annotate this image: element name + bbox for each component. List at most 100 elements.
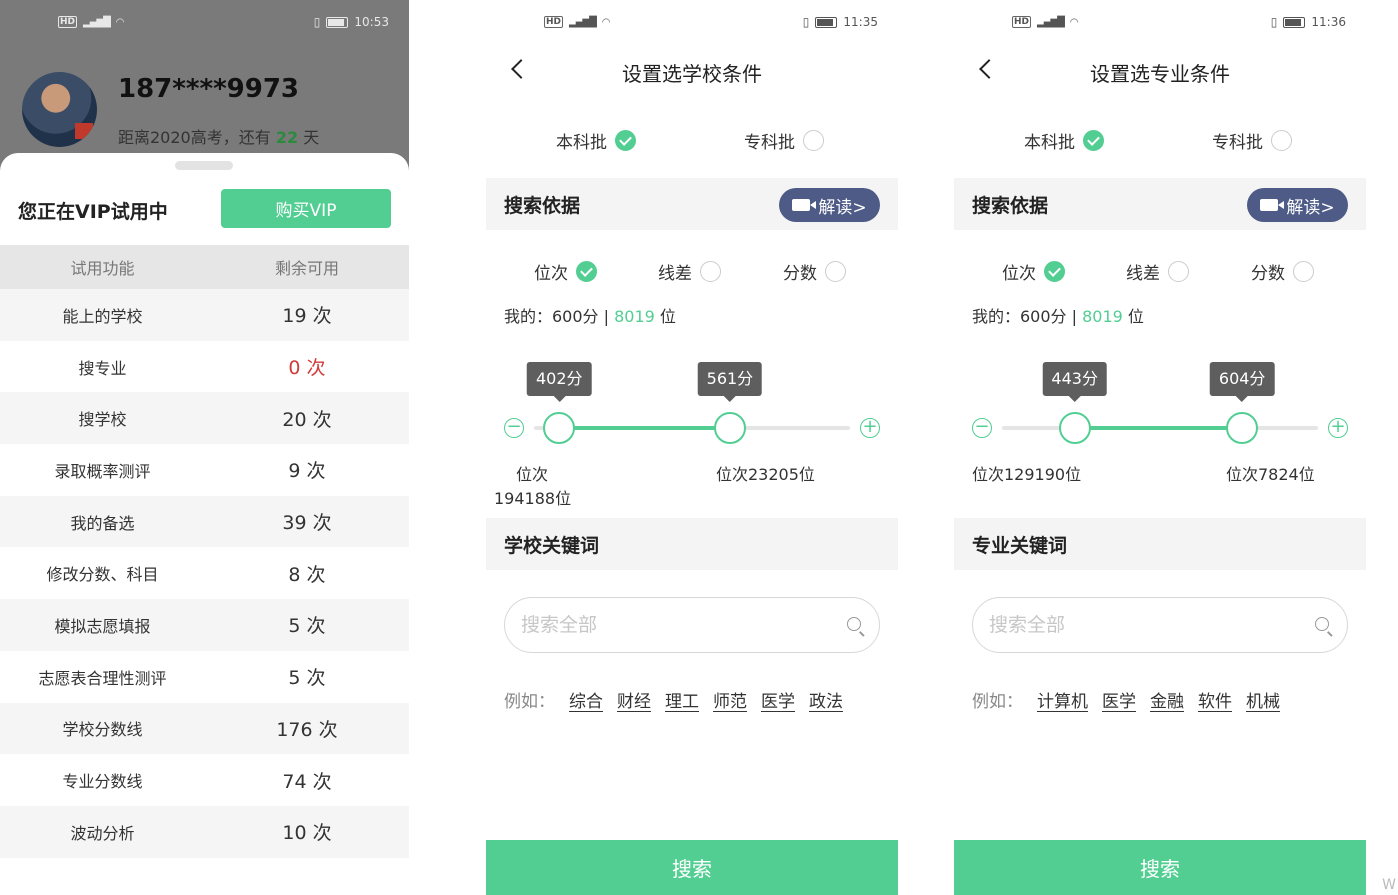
slider-high-tooltip: 561分 bbox=[697, 362, 763, 402]
header-remaining: 剩余可用 bbox=[274, 259, 339, 278]
basis-option-rank[interactable]: 位次 bbox=[1002, 259, 1065, 284]
status-bar: HD ▂▄▆█ ◠ ▯ 11:36 bbox=[954, 0, 1366, 44]
remaining-count: 20 次 bbox=[282, 408, 332, 431]
header-feature: 试用功能 bbox=[70, 259, 135, 278]
slider-low-label-line: 194188位 bbox=[494, 489, 572, 508]
table-row: 学校分数线 176 次 bbox=[0, 702, 409, 755]
watermark: W bbox=[1382, 877, 1396, 893]
slider-low-handle[interactable] bbox=[543, 412, 576, 444]
example-tag[interactable]: 医学 bbox=[761, 687, 795, 712]
range-slider-track[interactable] bbox=[534, 412, 850, 444]
feature-name: 我的备选 bbox=[70, 513, 135, 533]
example-tag[interactable]: 计算机 bbox=[1037, 687, 1088, 712]
slider-low-label: 位次129190位 bbox=[972, 463, 1081, 487]
radio-empty-icon bbox=[825, 261, 846, 282]
keyword-search-input[interactable] bbox=[989, 610, 1289, 640]
school-conditions-screen: HD ▂▄▆█ ◠ ▯ 11:35 设置选学校条件 本科批 专科批 搜索依据 解读> … bbox=[486, 0, 898, 895]
slider-high-tooltip: 604分 bbox=[1209, 362, 1275, 402]
buy-vip-button[interactable]: 购买VIP bbox=[221, 189, 391, 228]
video-camera-icon bbox=[1260, 199, 1285, 211]
remaining-count: 176 次 bbox=[276, 718, 338, 741]
slider-low-handle[interactable] bbox=[1058, 412, 1091, 444]
table-row: 我的备选 39 次 bbox=[0, 495, 409, 548]
feature-name: 学校分数线 bbox=[62, 720, 143, 740]
trial-table-header: 试用功能 剩余可用 bbox=[0, 245, 409, 289]
sheet-drag-handle[interactable] bbox=[175, 161, 233, 170]
table-row: 波动分析 10 次 bbox=[0, 805, 409, 858]
check-circle-icon bbox=[1083, 130, 1104, 151]
wifi-icon: ◠ bbox=[1069, 16, 1079, 28]
minus-circle-icon[interactable]: − bbox=[972, 418, 992, 438]
explain-video-button[interactable]: 解读> bbox=[1247, 188, 1348, 222]
battery-icon bbox=[815, 16, 838, 28]
keyword-search-box[interactable] bbox=[972, 597, 1348, 653]
batch-option-junior[interactable]: 专科批 bbox=[744, 128, 824, 153]
slider-high-label: 位次7824位 bbox=[1226, 465, 1315, 484]
major-conditions-screen: HD ▂▄▆█ ◠ ▯ 11:36 设置选专业条件 本科批 专科批 搜索依据 解读> … bbox=[954, 0, 1366, 895]
slider-high-handle[interactable] bbox=[1226, 412, 1259, 444]
page-title: 设置选学校条件 bbox=[622, 62, 762, 86]
basis-option-line-diff[interactable]: 线差 bbox=[1126, 259, 1189, 284]
example-tag[interactable]: 政法 bbox=[809, 687, 843, 712]
example-tag[interactable]: 医学 bbox=[1102, 687, 1136, 712]
my-rank-value: 8019 bbox=[614, 307, 655, 326]
keyword-search-input[interactable] bbox=[521, 610, 821, 640]
example-tag[interactable]: 师范 bbox=[713, 687, 747, 712]
search-basis-header: 搜索依据 解读> bbox=[486, 178, 898, 230]
search-button[interactable]: 搜索 bbox=[486, 840, 898, 895]
keyword-search-box[interactable] bbox=[504, 597, 880, 653]
radio-empty-icon bbox=[1168, 261, 1189, 282]
table-row: 志愿表合理性测评 5 次 bbox=[0, 651, 409, 703]
search-icon[interactable] bbox=[1315, 617, 1329, 631]
batch-option-junior[interactable]: 专科批 bbox=[1212, 128, 1292, 153]
example-tag[interactable]: 理工 bbox=[665, 687, 699, 712]
my-rank-value: 8019 bbox=[1082, 307, 1123, 326]
search-basis-header: 搜索依据 解读> bbox=[954, 178, 1366, 230]
basis-option-line-diff[interactable]: 线差 bbox=[658, 259, 721, 284]
slider-high-handle[interactable] bbox=[713, 412, 746, 444]
signal-icon: ▂▄▆█ bbox=[569, 16, 597, 28]
feature-name: 修改分数、科目 bbox=[46, 565, 159, 585]
basis-option-rank[interactable]: 位次 bbox=[534, 259, 597, 284]
basis-option-score[interactable]: 分数 bbox=[783, 259, 846, 284]
batch-option-undergrad[interactable]: 本科批 bbox=[1024, 128, 1104, 153]
minus-circle-icon[interactable]: − bbox=[504, 418, 524, 438]
status-time: 10:53 bbox=[354, 15, 389, 29]
feature-name: 专业分数线 bbox=[62, 772, 143, 792]
search-button[interactable]: 搜索 bbox=[954, 840, 1366, 895]
example-tag[interactable]: 综合 bbox=[569, 687, 603, 712]
battery-icon bbox=[1283, 16, 1306, 28]
signal-icon: ▂▄▆█ bbox=[1037, 16, 1065, 28]
battery-icon bbox=[326, 16, 349, 28]
table-row: 专业分数线 74 次 bbox=[0, 754, 409, 806]
avatar[interactable] bbox=[22, 72, 97, 147]
example-tag[interactable]: 软件 bbox=[1198, 687, 1232, 712]
example-tag[interactable]: 金融 bbox=[1150, 687, 1184, 712]
remaining-count: 9 次 bbox=[288, 460, 326, 483]
vip-trial-title: 您正在VIP试用中 bbox=[18, 201, 168, 223]
feature-name: 志愿表合理性测评 bbox=[38, 668, 167, 688]
remaining-count: 8 次 bbox=[288, 563, 326, 586]
slider-low-label-line: 位次129190位 bbox=[972, 465, 1082, 484]
range-slider-track[interactable] bbox=[1002, 412, 1318, 444]
slider-low-label-line: 位次 bbox=[516, 465, 549, 484]
batch-option-undergrad[interactable]: 本科批 bbox=[556, 128, 636, 153]
feature-name: 波动分析 bbox=[70, 823, 135, 843]
basis-option-score[interactable]: 分数 bbox=[1251, 259, 1314, 284]
vibrate-icon: ▯ bbox=[802, 15, 810, 29]
example-tag[interactable]: 机械 bbox=[1246, 687, 1280, 712]
feature-name: 录取概率测评 bbox=[54, 461, 151, 481]
page-title: 设置选专业条件 bbox=[1090, 62, 1230, 86]
check-circle-icon bbox=[615, 130, 636, 151]
example-tag[interactable]: 财经 bbox=[617, 687, 651, 712]
status-time: 11:36 bbox=[1311, 15, 1346, 29]
slider-low-tooltip: 443分 bbox=[1042, 362, 1107, 402]
countdown-days: 22 bbox=[275, 128, 299, 147]
explain-video-button[interactable]: 解读> bbox=[779, 188, 880, 222]
plus-circle-icon[interactable]: + bbox=[1328, 418, 1348, 438]
table-row: 录取概率测评 9 次 bbox=[0, 444, 409, 496]
search-icon[interactable] bbox=[847, 617, 861, 631]
keyword-section-header: 专业关键词 bbox=[954, 518, 1366, 570]
plus-circle-icon[interactable]: + bbox=[860, 418, 880, 438]
table-row: 修改分数、科目 8 次 bbox=[0, 547, 409, 599]
